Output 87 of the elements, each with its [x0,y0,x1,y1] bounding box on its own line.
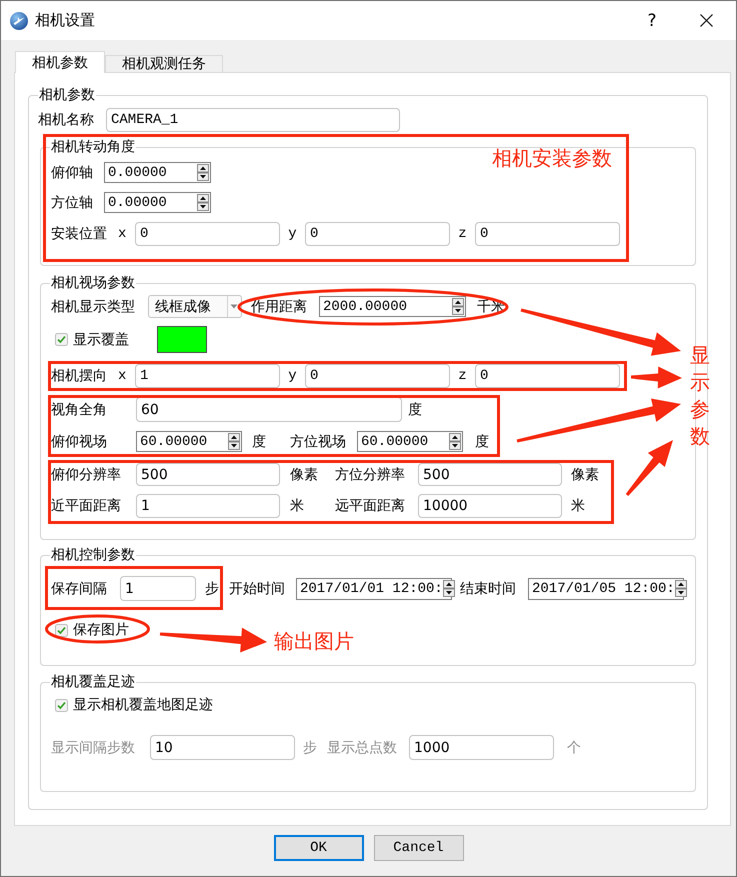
sphere-icon [10,12,28,30]
text-field[interactable]: 0 [475,364,620,388]
text-field[interactable]: 1 [120,576,196,601]
group-title: 相机视场参数 [50,275,136,291]
axis-label: z [457,226,468,242]
group-title: 相机控制参数 [50,547,136,563]
date-time-field[interactable]: 2017/01/01 12:00: [296,578,452,600]
spinner-arrows-icon[interactable] [228,433,240,450]
axis-label: z [457,368,468,384]
text-field[interactable]: 0 [305,222,450,246]
spin-box[interactable]: 0.00000 [104,192,211,213]
unit-label: 米 [571,497,585,515]
field-label: 显示间隔步数 [51,738,136,756]
spin-box[interactable]: 2000.00000 [319,296,466,317]
field-label: 方位轴 [51,194,94,212]
window-title: 相机设置 [35,11,95,30]
unit-label: 步 [303,738,318,756]
field-label: 相机显示类型 [51,298,136,316]
field-label: 视角全角 [51,400,108,418]
axis-label: x [117,368,128,384]
group-title: 相机覆盖足迹 [50,674,136,690]
unit-label: 度 [408,400,422,418]
checkbox-label[interactable]: 显示相机覆盖地图足迹 [73,696,213,714]
field-label: 俯仰轴 [51,164,94,182]
field-label: 作用距离 [251,298,308,316]
field-label: 近平面距离 [51,497,122,515]
checkbox-label[interactable]: 保存图片 [73,621,129,639]
unit-label: 度 [252,432,267,450]
axis-label: y [287,368,298,384]
text-field[interactable]: 0 [305,364,450,388]
field-label: 相机摆向 [51,367,108,385]
unit-label: 像素 [290,466,319,484]
text-field[interactable]: 1 [135,364,280,388]
spin-box[interactable]: 0.00000 [104,162,211,183]
text-field[interactable]: 0 [135,222,280,246]
close-icon [700,14,712,27]
date-time-field[interactable]: 2017/01/05 12:00: [528,578,684,600]
text-field[interactable]: 1 [136,494,280,518]
annotation-label: 输出图片 [274,630,354,652]
annotation-label: 相机安装参数 [492,147,612,169]
unit-label: 米 [290,497,305,515]
dialog-button[interactable]: OK [274,835,364,861]
checkbox[interactable] [55,333,68,346]
field-label: 结束时间 [460,580,517,598]
field-label: 远平面距离 [335,497,406,515]
unit-label: 度 [475,432,489,450]
text-field[interactable]: 500 [136,463,280,486]
checkbox-label[interactable]: 显示覆盖 [73,330,129,348]
text-field[interactable]: CAMERA_1 [106,108,400,132]
help-button[interactable]: ? [629,1,675,40]
field-label: 安装位置 [51,225,108,243]
field-label: 方位分辨率 [335,466,406,484]
spinner-arrows-icon[interactable] [197,164,209,181]
field-label: 相机名称 [38,111,95,129]
axis-label: x [117,226,128,242]
unit-label: 个 [567,738,581,756]
group-title: 相机转动角度 [50,139,136,155]
dialog-button[interactable]: Cancel [374,835,464,861]
spinner-arrows-icon[interactable] [674,580,687,597]
arrow [631,366,682,388]
annotation-label: 显示参数 [690,342,710,450]
text-field[interactable]: 500 [418,463,562,486]
checkbox[interactable] [55,698,68,712]
spinner-arrows-icon[interactable] [452,298,464,315]
unit-label: 步 [205,580,219,598]
text-field[interactable]: 10000 [418,494,562,518]
field-label: 保存间隔 [51,580,108,598]
checkbox[interactable] [55,624,68,636]
group-title: 相机参数 [38,87,96,103]
unit-label: 像素 [571,466,599,484]
tab[interactable]: 相机观测任务 [105,55,223,72]
swatch-icon[interactable] [157,326,207,353]
field-label: 俯仰分辨率 [51,466,122,484]
field-label: 俯仰视场 [51,432,108,450]
spinner-arrows-icon[interactable] [197,194,209,211]
spin-box[interactable]: 60.00000 [136,431,242,452]
text-field[interactable]: 60 [136,397,402,422]
spin-box[interactable]: 60.00000 [357,431,463,452]
text-field[interactable]: 0 [475,222,620,246]
field-label: 开始时间 [229,580,286,598]
field-label: 显示总点数 [327,738,398,756]
spinner-arrows-icon[interactable] [449,433,461,450]
spinner-arrows-icon[interactable] [442,580,455,597]
axis-label: y [287,226,298,242]
field-label: 方位视场 [290,432,347,450]
dropdown[interactable]: 线框成像 [148,295,242,318]
tab[interactable]: 相机参数 [15,51,105,73]
